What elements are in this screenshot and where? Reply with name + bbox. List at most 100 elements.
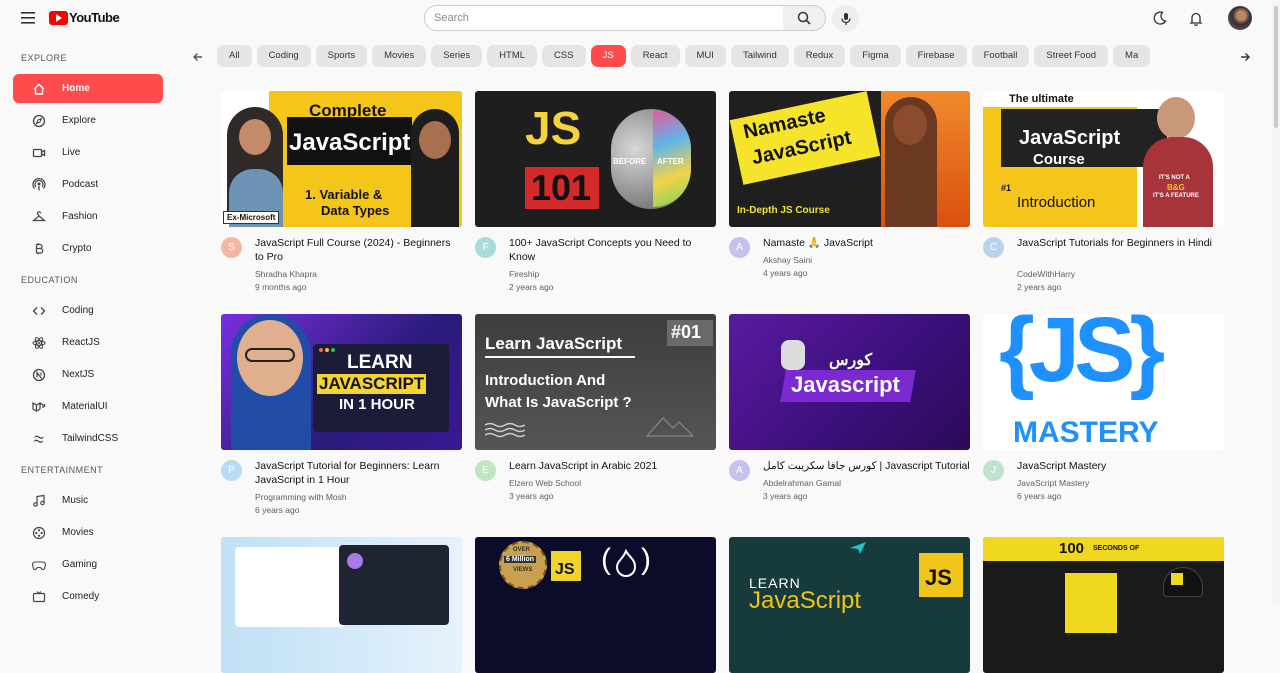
video-title[interactable]: JavaScript Tutorial for Beginners: Learn… [255,459,462,487]
youtube-logo[interactable]: YouTube [49,10,120,25]
sidebar-item-crypto[interactable]: Crypto [13,234,163,263]
chip-figma[interactable]: Figma [850,45,901,67]
channel-avatar[interactable]: F [475,237,496,258]
chip-js[interactable]: JS [590,45,626,67]
channel-name[interactable]: Akshay Saini [763,255,812,265]
channel-avatar[interactable]: S [221,237,242,258]
video-title[interactable]: كورس جافا سكريبت كامل | Javascript Tutor… [763,459,970,473]
channel-avatar[interactable]: C [983,237,1004,258]
notifications-button[interactable] [1186,8,1206,28]
channel-name[interactable]: CodeWithHarry [1017,269,1075,279]
sidebar-item-live[interactable]: Live [13,138,163,167]
menu-icon[interactable] [16,8,40,28]
sidebar-item-comedy[interactable]: Comedy [13,582,163,611]
channel-avatar[interactable]: A [729,460,750,481]
video-thumbnail[interactable]: LEARN JavaScript JS [729,537,970,673]
video-thumbnail[interactable]: {JS} MASTERY [983,314,1224,450]
video-card[interactable]: Namaste JavaScript In-Depth JS Course A … [729,91,970,297]
video-thumbnail[interactable]: JS 101 BEFORE AFTER [475,91,716,227]
video-thumbnail[interactable]: Learn JavaScript #01 Introduction And Wh… [475,314,716,450]
chip-mui[interactable]: MUI [684,45,726,67]
chip-sports[interactable]: Sports [315,45,368,67]
chip-movies[interactable]: Movies [372,45,427,67]
sidebar-item-fashion[interactable]: Fashion [13,202,163,231]
chips-scroll-right-icon[interactable] [1237,49,1253,65]
upload-age: 6 years ago [1017,491,1062,501]
video-thumbnail[interactable]: LEARN JAVASCRIPT IN 1 HOUR [221,314,462,450]
sidebar-item-explore[interactable]: Explore [13,106,163,135]
video-thumbnail[interactable]: كورس Javascript [729,314,970,450]
sidebar-item-coding[interactable]: Coding [13,296,163,325]
video-card[interactable] [221,537,462,673]
sidebar-item-gaming[interactable]: Gaming [13,550,163,579]
search-button[interactable] [783,5,826,31]
sidebar-item-nextjs[interactable]: NextJS [13,360,163,389]
video-card[interactable]: 100 SECONDS OF [983,537,1224,673]
video-thumbnail[interactable]: OVER 6 Million VIEWS JS ( ) [475,537,716,673]
video-thumbnail[interactable]: The ultimate JavaScript Course #1 Introd… [983,91,1224,227]
thumb-text: JAVASCRIPT [317,374,427,394]
video-card[interactable]: كورس Javascript A كورس جافا سكريبت كامل … [729,314,970,520]
channel-name[interactable]: Programming with Mosh [255,492,347,502]
upload-age: 4 years ago [763,268,808,278]
video-card[interactable]: Complete JavaScript 1. Variable & Data T… [221,91,462,297]
voice-search-button[interactable] [832,5,859,32]
video-thumbnail[interactable] [221,537,462,673]
theme-toggle-button[interactable] [1150,8,1170,28]
thumb-text: VIEWS [513,567,533,573]
video-title[interactable]: JavaScript Mastery [1017,459,1224,473]
thumb-text: Data Types [321,203,390,218]
video-card[interactable]: LEARN JAVASCRIPT IN 1 HOUR P JavaScript … [221,314,462,520]
chip-tailwind[interactable]: Tailwind [730,45,789,67]
video-card[interactable]: OVER 6 Million VIEWS JS ( ) [475,537,716,673]
video-card[interactable]: JS 101 BEFORE AFTER F 100+ JavaScript Co… [475,91,716,297]
video-card[interactable]: LEARN JavaScript JS [729,537,970,673]
chip-firebase[interactable]: Firebase [905,45,967,67]
video-card[interactable]: Learn JavaScript #01 Introduction And Wh… [475,314,716,520]
video-title[interactable]: 100+ JavaScript Concepts you Need to Kno… [509,236,716,264]
channel-name[interactable]: Fireship [509,269,539,279]
chip-css[interactable]: CSS [542,45,586,67]
chip-html[interactable]: HTML [487,45,538,67]
video-card[interactable]: {JS} MASTERY J JavaScript Mastery JavaSc… [983,314,1224,520]
channel-avatar[interactable]: E [475,460,496,481]
chip-series[interactable]: Series [431,45,483,67]
video-title[interactable]: Learn JavaScript in Arabic 2021 [509,459,716,473]
video-title[interactable]: Namaste 🙏 JavaScript [763,236,970,250]
channel-name[interactable]: Abdelrahman Gamal [763,478,841,488]
chip-all[interactable]: All [217,45,252,67]
sidebar-item-music[interactable]: Music [13,486,163,515]
sidebar-item-materialui[interactable]: MaterialUI [13,392,163,421]
chips-scroll-left-icon[interactable] [190,49,206,65]
video-thumbnail[interactable]: 100 SECONDS OF [983,537,1224,673]
video-title[interactable]: JavaScript Tutorials for Beginners in Hi… [1017,236,1224,250]
video-title[interactable]: JavaScript Full Course (2024) - Beginner… [255,236,462,264]
page-scrollbar-thumb[interactable] [1274,6,1278,128]
sidebar: EXPLORE Home Explore Live Podcast Fashion Cryp… [0,44,176,604]
chip-redux[interactable]: Redux [793,45,846,67]
sidebar-item-label: NextJS [62,369,95,380]
channel-name[interactable]: JavaScript Mastery [1017,478,1089,488]
user-avatar[interactable] [1228,6,1252,30]
sidebar-item-podcast[interactable]: Podcast [13,170,163,199]
sidebar-item-reactjs[interactable]: ReactJS [13,328,163,357]
channel-avatar[interactable]: P [221,460,242,481]
sidebar-item-movies[interactable]: Movies [13,518,163,547]
sidebar-item-home[interactable]: Home [13,74,163,103]
thumb-text: Introduction [1017,194,1096,211]
chip-football[interactable]: Football [971,45,1030,67]
channel-avatar[interactable]: J [983,460,1004,481]
sidebar-item-tailwindcss[interactable]: TailwindCSS [13,424,163,453]
video-thumbnail[interactable]: Complete JavaScript 1. Variable & Data T… [221,91,462,227]
video-thumbnail[interactable]: Namaste JavaScript In-Depth JS Course [729,91,970,227]
search-input[interactable]: Search [424,5,784,31]
video-card[interactable]: The ultimate JavaScript Course #1 Introd… [983,91,1224,297]
thumb-text: IT'S NOT A [1159,175,1190,181]
channel-name[interactable]: Elzero Web School [509,478,581,488]
channel-name[interactable]: Shradha Khapra [255,269,317,279]
chip-ma[interactable]: Ma [1113,45,1151,67]
channel-avatar[interactable]: A [729,237,750,258]
chip-react[interactable]: React [630,45,680,67]
chip-coding[interactable]: Coding [256,45,311,67]
chip-street-food[interactable]: Street Food [1034,45,1109,67]
